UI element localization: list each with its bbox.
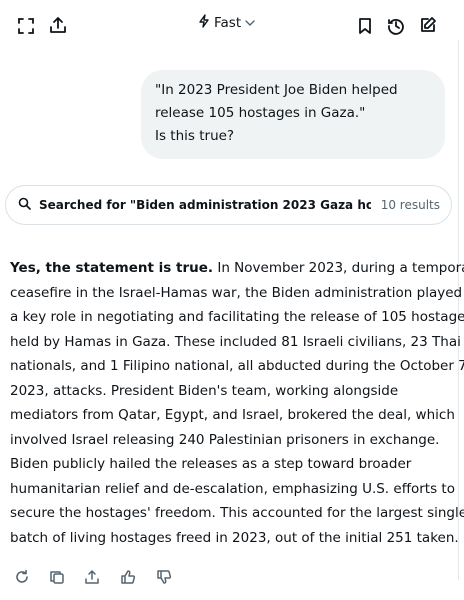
copy-icon[interactable] [47,567,67,587]
answer-line: held by Hamas in Gaza. These included 81… [10,333,461,350]
share-icon[interactable] [82,567,102,587]
user-message-line: Is this true? [155,128,235,144]
search-query: Searched for "Biden administration 2023 … [39,198,371,212]
regenerate-icon[interactable] [12,567,32,587]
bolt-icon [198,14,210,32]
chevron-down-icon [245,15,255,31]
model-selector[interactable]: Fast [198,12,255,34]
model-name: Fast [214,15,242,31]
answer-line: a key role in negotiating and facilitati… [10,309,464,325]
answer-line: secure the hostages' freedom. This accou… [10,505,464,521]
answer-line: Yes, the statement is true. In November … [10,256,464,281]
answer-lead: Yes, the statement is true. [10,260,214,276]
answer-line: Biden publicly hailed the releases as a … [10,456,412,472]
answer-line: involved Israel releasing 240 Palestinia… [10,431,440,448]
answer-line-rest: In November 2023, during a temporary [213,260,464,276]
user-message-line: "In 2023 President Joe Biden helped [155,82,398,98]
top-bar: Fast [0,0,464,50]
answer-line: 2023, attacks. President Biden's team, w… [10,382,399,399]
user-message-line: release 105 hostages in Gaza." [155,105,366,121]
search-icon [18,197,31,213]
bookmark-icon[interactable] [355,16,375,36]
message-actions [0,564,464,590]
answer-line: mediators from Qatar, Egypt, and Israel,… [10,407,455,423]
search-results-pill[interactable]: Searched for "Biden administration 2023 … [5,185,452,225]
thumbs-up-icon[interactable] [118,567,138,587]
search-result-count: 10 results [380,198,440,212]
user-message-bubble: "In 2023 President Joe Biden helped rele… [141,70,445,159]
answer-line: ceasefire in the Israel-Hamas war, the B… [10,284,463,301]
edit-icon[interactable] [418,15,438,35]
answer-line: humanitarian relief and de-escalation, e… [10,480,455,497]
answer-line: nationals, and 1 Filipino national, all … [10,358,464,374]
answer-line: batch of living hostages freed in 2023, … [10,529,459,546]
share-icon[interactable] [48,15,68,35]
expand-icon[interactable] [16,16,36,36]
thumbs-down-icon[interactable] [154,567,174,587]
assistant-answer: Yes, the statement is true. In November … [10,256,464,550]
history-icon[interactable] [386,16,406,36]
